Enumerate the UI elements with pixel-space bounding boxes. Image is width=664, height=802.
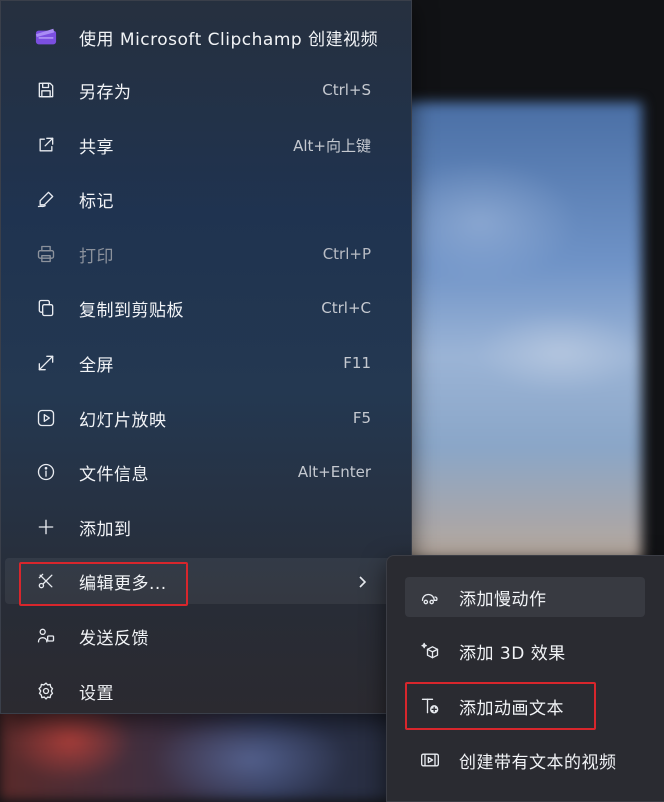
- feedback-icon: [35, 625, 57, 647]
- shortcut-text: Ctrl+P: [322, 245, 371, 263]
- menu-item-share[interactable]: 共享 Alt+向上键: [5, 122, 405, 168]
- menu-item-label: 打印: [79, 246, 114, 267]
- edit-more-icon: [35, 570, 57, 592]
- slideshow-icon: [35, 407, 57, 429]
- 3d-effects-icon: [419, 640, 441, 662]
- copy-icon: [35, 297, 57, 319]
- submenu-item-label: 创建带有文本的视频: [459, 752, 617, 773]
- submenu-item-label: 添加动画文本: [459, 698, 564, 719]
- shortcut-text: F5: [352, 409, 371, 427]
- animated-text-icon: [419, 695, 441, 717]
- menu-item-label: 发送反馈: [79, 628, 149, 649]
- menu-item-label: 全屏: [79, 355, 114, 376]
- shortcut-text: F11: [343, 354, 371, 372]
- submenu-item-3d-effects[interactable]: 添加 3D 效果: [405, 631, 645, 671]
- shortcut-text: Ctrl+S: [322, 81, 371, 99]
- menu-item-add-to[interactable]: 添加到: [5, 504, 405, 550]
- menu-item-label: 设置: [79, 683, 114, 704]
- plus-icon: [35, 516, 57, 538]
- menu-item-settings[interactable]: 设置: [5, 668, 405, 714]
- chevron-right-icon: [355, 574, 369, 588]
- save-icon: [35, 79, 57, 101]
- menu-item-label: 文件信息: [79, 464, 149, 485]
- slow-motion-icon: [419, 586, 441, 608]
- share-icon: [35, 134, 57, 156]
- menu-item-label: 复制到剪贴板: [79, 300, 184, 321]
- menu-item-markup[interactable]: 标记: [5, 176, 405, 222]
- menu-item-clipchamp[interactable]: 使用 Microsoft Clipchamp 创建视频: [5, 14, 405, 60]
- menu-item-feedback[interactable]: 发送反馈: [5, 613, 405, 659]
- menu-item-save-as[interactable]: 另存为 Ctrl+S: [5, 67, 405, 113]
- menu-item-label: 使用 Microsoft Clipchamp 创建视频: [79, 29, 379, 50]
- menu-item-copy[interactable]: 复制到剪贴板 Ctrl+C: [5, 285, 405, 331]
- submenu-item-label: 添加慢动作: [459, 589, 547, 610]
- menu-item-edit-more[interactable]: 编辑更多...: [5, 558, 405, 604]
- shortcut-text: Alt+Enter: [297, 463, 371, 481]
- menu-item-label: 标记: [79, 191, 114, 212]
- gear-icon: [35, 680, 57, 702]
- shortcut-text: Alt+向上键: [293, 136, 371, 155]
- context-menu: 使用 Microsoft Clipchamp 创建视频 另存为 Ctrl+S 共…: [0, 0, 412, 714]
- menu-item-label: 编辑更多...: [79, 573, 167, 594]
- menu-item-label: 另存为: [79, 82, 132, 103]
- submenu-edit-more: 添加慢动作 添加 3D 效果 添加动画文本 创建带有文本的视频: [386, 555, 664, 802]
- shortcut-text: Ctrl+C: [321, 299, 371, 317]
- submenu-item-label: 添加 3D 效果: [459, 643, 566, 664]
- info-icon: [35, 461, 57, 483]
- submenu-item-slow-motion[interactable]: 添加慢动作: [405, 577, 645, 617]
- fullscreen-icon: [35, 352, 57, 374]
- markup-icon: [35, 188, 57, 210]
- menu-item-label: 添加到: [79, 519, 132, 540]
- video-text-icon: [419, 749, 441, 771]
- submenu-item-video-with-text[interactable]: 创建带有文本的视频: [405, 740, 645, 780]
- menu-item-print: 打印 Ctrl+P: [5, 231, 405, 277]
- print-icon: [35, 243, 57, 265]
- menu-item-label: 幻灯片放映: [79, 410, 167, 431]
- menu-item-label: 共享: [79, 137, 114, 158]
- menu-item-fullscreen[interactable]: 全屏 F11: [5, 340, 405, 386]
- menu-item-slideshow[interactable]: 幻灯片放映 F5: [5, 395, 405, 441]
- clipchamp-icon: [35, 26, 57, 48]
- menu-item-file-info[interactable]: 文件信息 Alt+Enter: [5, 449, 405, 495]
- submenu-item-animated-text[interactable]: 添加动画文本: [405, 686, 645, 726]
